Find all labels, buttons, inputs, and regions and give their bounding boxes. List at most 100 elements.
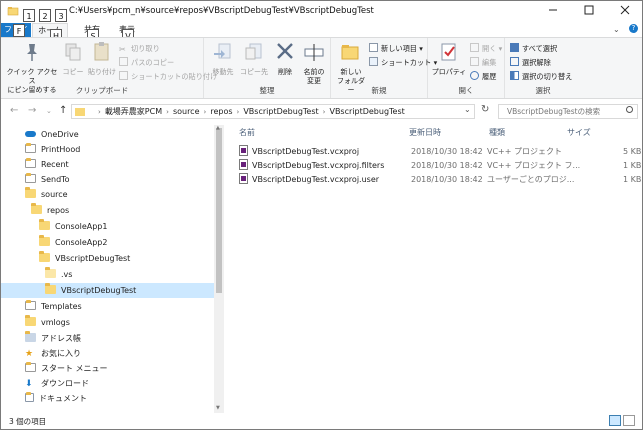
copy-button[interactable]: コピー <box>60 41 86 77</box>
breadcrumb-item[interactable]: source <box>173 107 200 116</box>
up-arrow-icon[interactable]: ↑ <box>59 105 67 116</box>
select-none-button[interactable]: 選択解除 <box>510 57 551 68</box>
column-header-size[interactable]: サイズ <box>567 125 591 140</box>
nav-item-recent[interactable]: Recent <box>25 157 69 172</box>
copy-to-button[interactable]: コピー先 <box>239 41 269 77</box>
history-button[interactable]: 履歴 <box>470 71 496 82</box>
select-none-icon <box>510 57 519 66</box>
nav-item-consoleapp2[interactable]: ConsoleApp2 <box>39 235 107 250</box>
search-input[interactable]: VBscriptDebugTestの検索 <box>498 104 638 119</box>
nav-item-printhood[interactable]: PrintHood <box>25 142 80 157</box>
large-icons-view-icon[interactable] <box>623 415 635 426</box>
keytip-2: 2 <box>39 9 51 22</box>
nav-item-sendto[interactable]: SendTo <box>25 172 70 187</box>
breadcrumb-item[interactable]: VBscriptDebugTest <box>243 107 318 116</box>
edit-button[interactable]: 編集 <box>470 57 496 68</box>
nav-scrollbar-thumb[interactable] <box>216 128 222 293</box>
address-dropdown-icon[interactable]: ⌄ <box>464 105 471 114</box>
breadcrumb-item[interactable]: VBscriptDebugTest <box>329 107 404 116</box>
properties-label: プロパティ <box>431 68 467 76</box>
scroll-up-icon[interactable]: ▲ <box>216 125 220 131</box>
rename-label: 名前の 変更 <box>303 68 325 85</box>
nav-item-repos[interactable]: repos <box>31 203 69 218</box>
breadcrumb-item[interactable]: 載場弄農家PCM <box>105 107 162 116</box>
column-header-date[interactable]: 更新日時 <box>409 125 441 140</box>
shortcut-icon <box>25 173 36 183</box>
nav-item-label: Templates <box>41 302 82 311</box>
nav-item-consoleapp1[interactable]: ConsoleApp1 <box>39 219 107 234</box>
shortcut-button[interactable]: ショートカット ▾ <box>369 57 437 68</box>
open-button[interactable]: 開く ▾ <box>470 43 502 54</box>
document-icon <box>25 392 34 402</box>
column-header-type[interactable]: 種類 <box>489 125 505 140</box>
nav-item-contacts[interactable]: アドレス帳 <box>25 331 81 346</box>
file-name-label: VBscriptDebugTest.vcxproj.user <box>252 175 380 184</box>
nav-item-label: ConsoleApp2 <box>55 238 108 247</box>
properties-button[interactable]: プロパティ <box>431 41 467 77</box>
breadcrumb-separator-icon: › <box>166 108 169 116</box>
nav-item-label: VBscriptDebugTest <box>55 254 131 263</box>
nav-item-vbscriptdebugtest[interactable]: VBscriptDebugTest <box>39 251 130 266</box>
pin-icon <box>27 44 37 61</box>
invert-selection-button[interactable]: 選択の切り替え <box>510 71 572 82</box>
file-name: VBscriptDebugTest.vcxproj.filters <box>239 158 384 173</box>
breadcrumb-item[interactable]: repos <box>210 107 232 116</box>
paste-shortcut-icon <box>119 71 128 80</box>
nav-item-downloads[interactable]: ⬇ ダウンロード <box>25 376 89 391</box>
new-item-button[interactable]: 新しい項目 ▾ <box>369 43 423 54</box>
keytip-3: 3 <box>55 9 67 22</box>
delete-button[interactable]: 削除 <box>272 41 298 77</box>
delete-x-icon <box>277 43 293 59</box>
column-header-name[interactable]: 名前 <box>239 125 255 140</box>
nav-item-start-menu[interactable]: スタート メニュー <box>25 361 108 376</box>
back-arrow-icon[interactable]: ← <box>10 105 18 116</box>
details-view-icon[interactable] <box>609 415 621 426</box>
minimize-button[interactable] <box>535 1 571 23</box>
nav-item-onedrive[interactable]: OneDrive <box>25 127 79 142</box>
nav-item-templates[interactable]: Templates <box>25 299 82 314</box>
properties-icon <box>441 43 456 61</box>
history-label: 履歴 <box>482 72 497 81</box>
file-row[interactable]: VBscriptDebugTest.vcxproj.user 2018/10/3… <box>237 172 641 187</box>
scroll-down-icon[interactable]: ▼ <box>216 405 220 411</box>
refresh-icon[interactable]: ↻ <box>481 104 489 115</box>
nav-item-documents[interactable]: ドキュメント <box>25 391 87 406</box>
nav-item-label: アドレス帳 <box>41 334 81 343</box>
recent-locations-icon[interactable]: ⌄ <box>46 107 52 115</box>
help-icon[interactable]: ? <box>629 24 638 33</box>
paste-label: 貼り付け <box>88 68 116 76</box>
rename-button[interactable]: 名前の 変更 <box>299 41 329 86</box>
forward-arrow-icon[interactable]: → <box>28 105 36 116</box>
select-group: すべて選択 選択解除 選択の切り替え 選択 <box>505 38 581 98</box>
nav-item-favorites[interactable]: ★ お気に入り <box>25 346 81 361</box>
paste-shortcut-button[interactable]: ショートカットの貼り付け <box>119 71 217 82</box>
copy-path-button[interactable]: パスのコピー <box>119 57 174 68</box>
maximize-button[interactable] <box>571 1 607 23</box>
contacts-icon <box>25 331 36 342</box>
vcxproj-file-icon <box>239 145 248 156</box>
cut-button[interactable]: ✂ 切り取り <box>119 43 160 54</box>
nav-item-vs[interactable]: .vs <box>45 267 72 282</box>
folder-icon <box>25 187 36 198</box>
navigation-pane: OneDrive PrintHood Recent SendTo source … <box>1 125 224 413</box>
move-to-button[interactable]: 移動先 <box>209 41 237 77</box>
folder-app-icon[interactable] <box>7 5 19 17</box>
nav-item-source[interactable]: source <box>25 187 68 202</box>
search-icon[interactable] <box>626 106 633 113</box>
close-button[interactable] <box>607 1 642 23</box>
file-row[interactable]: VBscriptDebugTest.vcxproj 2018/10/30 18:… <box>237 144 641 159</box>
file-type: VC++ プロジェクト フ... <box>487 161 581 170</box>
cloud-icon <box>25 131 36 137</box>
select-all-icon <box>510 43 519 52</box>
keytip-1: 1 <box>23 9 35 22</box>
paste-button[interactable]: 貼り付け <box>87 41 117 77</box>
select-all-button[interactable]: すべて選択 <box>510 43 557 54</box>
path-icon <box>119 57 128 66</box>
file-date: 2018/10/30 18:42 <box>411 147 483 156</box>
edit-label: 編集 <box>482 58 497 67</box>
nav-item-vmlogs[interactable]: vmlogs <box>25 315 70 330</box>
breadcrumb-separator-icon: › <box>203 108 207 116</box>
nav-item-vbscriptdebugtest-selected[interactable]: VBscriptDebugTest <box>1 283 214 298</box>
file-row[interactable]: VBscriptDebugTest.vcxproj.filters 2018/1… <box>237 158 641 173</box>
expand-ribbon-icon[interactable]: ⌄ <box>613 25 620 34</box>
